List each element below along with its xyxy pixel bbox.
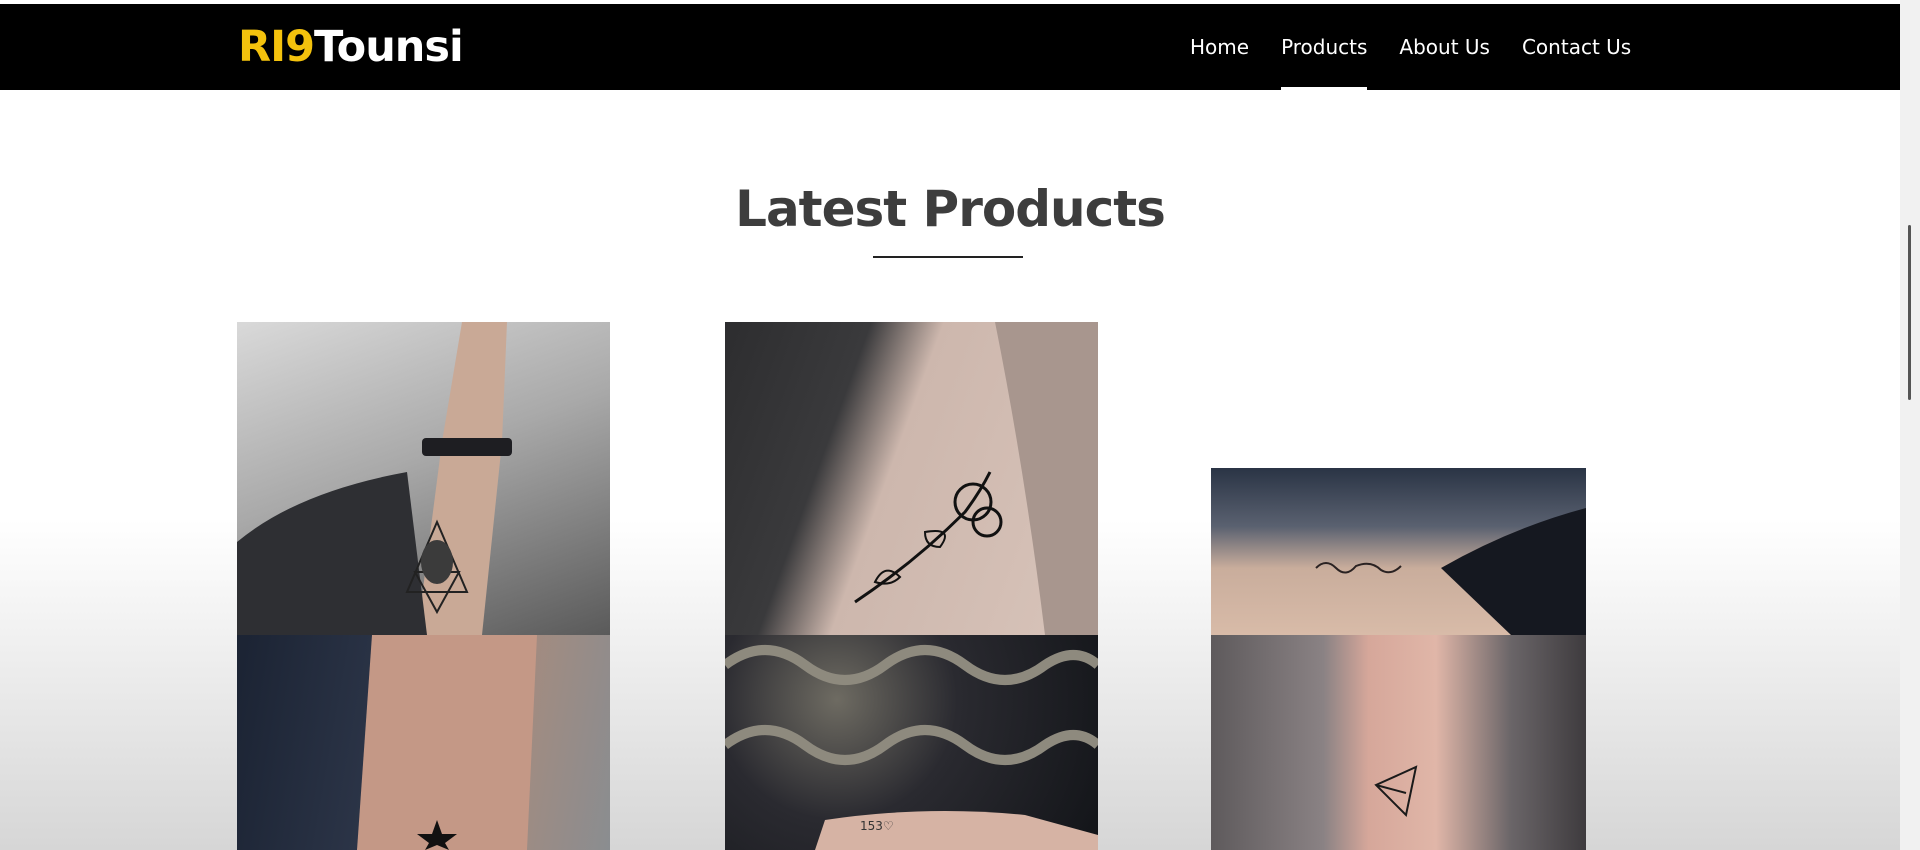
paper-plane-tattoo-icon	[1374, 765, 1418, 818]
finger-tattoo-text: 153♡	[860, 819, 894, 833]
site-logo[interactable]: RI9Tounsi	[238, 22, 464, 72]
nav-products-link[interactable]: Products	[1281, 4, 1368, 90]
finger-tattoo-icon: 153♡	[725, 645, 1098, 850]
title-underline	[873, 256, 1023, 258]
nav-about-link[interactable]: About Us	[1399, 4, 1490, 90]
page-scrollbar[interactable]	[1900, 0, 1920, 850]
product-image-finger-text[interactable]: 153♡	[725, 635, 1098, 850]
scrollbar-thumb[interactable]	[1908, 225, 1911, 400]
product-image-paper-plane-wrist[interactable]	[1211, 635, 1586, 850]
geometric-arm-tattoo-icon	[237, 322, 512, 635]
logo-part-1: RI9	[238, 22, 315, 72]
product-image-rose-side[interactable]	[725, 322, 1098, 635]
rose-tattoo-icon	[854, 322, 1098, 635]
navbar: RI9Tounsi Home Products About Us Contact…	[0, 4, 1900, 90]
script-tattoo-icon	[1315, 508, 1586, 635]
nav-contact-link[interactable]: Contact Us	[1522, 4, 1631, 90]
main-nav: Home Products About Us Contact Us	[1190, 4, 1663, 90]
logo-part-2: Tounsi	[314, 22, 464, 72]
star-tattoo-icon	[357, 635, 537, 850]
section-title: Latest Products	[735, 180, 1166, 238]
product-image-star-arm[interactable]	[237, 635, 610, 850]
product-image-geometric-arm[interactable]	[237, 322, 610, 635]
nav-home-link[interactable]: Home	[1190, 4, 1249, 90]
product-image-script-rib[interactable]	[1211, 468, 1586, 635]
